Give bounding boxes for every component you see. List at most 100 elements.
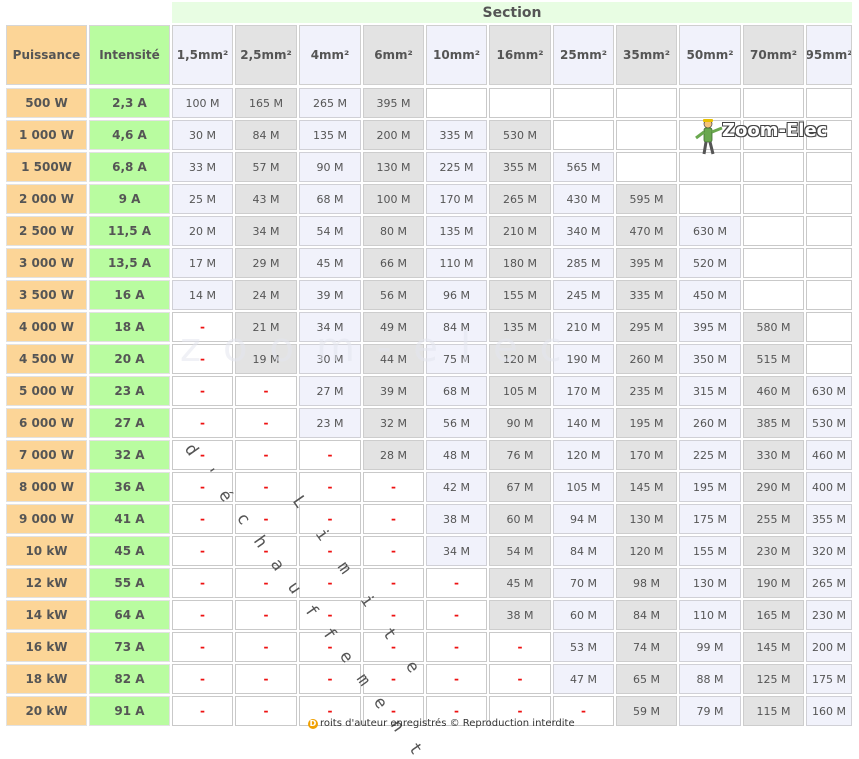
length-cell: 175 M bbox=[806, 664, 852, 694]
length-cell: 135 M bbox=[426, 216, 487, 246]
length-cell: 90 M bbox=[489, 408, 551, 438]
length-cell bbox=[743, 248, 804, 278]
length-cell: 135 M bbox=[299, 120, 361, 150]
length-cell: 90 M bbox=[299, 152, 361, 182]
length-cell bbox=[806, 312, 852, 342]
length-cell: 225 M bbox=[679, 440, 741, 470]
length-cell: 44 M bbox=[363, 344, 424, 374]
length-cell: 30 M bbox=[172, 120, 233, 150]
length-cell: 32 M bbox=[363, 408, 424, 438]
length-cell: 125 M bbox=[743, 664, 804, 694]
length-cell: 265 M bbox=[489, 184, 551, 214]
not-allowed-cell: - bbox=[235, 632, 297, 662]
length-cell: 335 M bbox=[616, 280, 677, 310]
not-allowed-cell: - bbox=[363, 600, 424, 630]
not-allowed-cell: - bbox=[172, 504, 233, 534]
section-header-7: 25mm² bbox=[553, 25, 614, 85]
power-cell: 5 000 W bbox=[6, 376, 87, 406]
length-cell: 60 M bbox=[553, 600, 614, 630]
length-cell: 65 M bbox=[616, 664, 677, 694]
power-column-header: Puissance bbox=[6, 25, 87, 85]
power-cell: 6 000 W bbox=[6, 408, 87, 438]
not-allowed-cell: - bbox=[172, 312, 233, 342]
not-allowed-cell: - bbox=[299, 536, 361, 566]
power-cell: 14 kW bbox=[6, 600, 87, 630]
power-cell: 12 kW bbox=[6, 568, 87, 598]
length-cell: 88 M bbox=[679, 664, 741, 694]
not-allowed-cell: - bbox=[363, 664, 424, 694]
not-allowed-cell: - bbox=[172, 536, 233, 566]
not-allowed-cell: - bbox=[235, 600, 297, 630]
not-allowed-cell: - bbox=[426, 664, 487, 694]
length-cell: 565 M bbox=[553, 152, 614, 182]
length-cell: 460 M bbox=[743, 376, 804, 406]
zoom-elec-logo: Zoom-Elec bbox=[694, 118, 834, 160]
length-cell: 21 M bbox=[235, 312, 297, 342]
current-cell: 23 A bbox=[89, 376, 170, 406]
section-header-9: 50mm² bbox=[679, 25, 741, 85]
current-cell: 36 A bbox=[89, 472, 170, 502]
length-cell: 100 M bbox=[172, 88, 233, 118]
length-cell: 59 M bbox=[616, 696, 677, 726]
length-cell: 74 M bbox=[616, 632, 677, 662]
length-cell: 68 M bbox=[299, 184, 361, 214]
length-cell: 135 M bbox=[489, 312, 551, 342]
length-cell: 70 M bbox=[553, 568, 614, 598]
current-cell: 6,8 A bbox=[89, 152, 170, 182]
length-cell: 84 M bbox=[235, 120, 297, 150]
length-cell: 56 M bbox=[426, 408, 487, 438]
section-header-3: 4mm² bbox=[299, 25, 361, 85]
length-cell: 460 M bbox=[806, 440, 852, 470]
power-cell: 9 000 W bbox=[6, 504, 87, 534]
current-cell: 13,5 A bbox=[89, 248, 170, 278]
length-cell: 260 M bbox=[679, 408, 741, 438]
section-header-10: 70mm² bbox=[743, 25, 804, 85]
not-allowed-cell: - bbox=[235, 696, 297, 726]
length-cell: 42 M bbox=[426, 472, 487, 502]
current-cell: 45 A bbox=[89, 536, 170, 566]
length-cell: 170 M bbox=[426, 184, 487, 214]
length-cell: 320 M bbox=[806, 536, 852, 566]
copyright-text: roits d'auteur enregistrés © Reproductio… bbox=[320, 718, 575, 729]
length-cell: 28 M bbox=[363, 440, 424, 470]
length-cell: 39 M bbox=[363, 376, 424, 406]
length-cell: 20 M bbox=[172, 216, 233, 246]
not-allowed-cell: - bbox=[489, 664, 551, 694]
length-cell: 145 M bbox=[743, 632, 804, 662]
length-cell: 48 M bbox=[426, 440, 487, 470]
current-cell: 2,3 A bbox=[89, 88, 170, 118]
length-cell: 160 M bbox=[806, 696, 852, 726]
length-cell: 34 M bbox=[426, 536, 487, 566]
not-allowed-cell: - bbox=[235, 408, 297, 438]
section-header-title: Section bbox=[172, 2, 852, 23]
not-allowed-cell: - bbox=[235, 504, 297, 534]
length-cell: 38 M bbox=[426, 504, 487, 534]
length-cell bbox=[679, 184, 741, 214]
not-allowed-cell: - bbox=[299, 664, 361, 694]
copyright-mark-icon: D bbox=[308, 719, 318, 729]
length-cell: 49 M bbox=[363, 312, 424, 342]
length-cell: 94 M bbox=[553, 504, 614, 534]
not-allowed-cell: - bbox=[172, 696, 233, 726]
length-cell: 115 M bbox=[743, 696, 804, 726]
not-allowed-cell: - bbox=[426, 600, 487, 630]
not-allowed-cell: - bbox=[235, 376, 297, 406]
length-cell: 54 M bbox=[299, 216, 361, 246]
not-allowed-cell: - bbox=[363, 472, 424, 502]
length-cell: 53 M bbox=[553, 632, 614, 662]
length-cell: 67 M bbox=[489, 472, 551, 502]
not-allowed-cell: - bbox=[172, 376, 233, 406]
length-cell: 75 M bbox=[426, 344, 487, 374]
length-cell: 76 M bbox=[489, 440, 551, 470]
length-cell: 200 M bbox=[806, 632, 852, 662]
length-cell: 395 M bbox=[616, 248, 677, 278]
length-cell: 130 M bbox=[363, 152, 424, 182]
length-cell: 245 M bbox=[553, 280, 614, 310]
length-cell bbox=[553, 88, 614, 118]
length-cell: 520 M bbox=[679, 248, 741, 278]
length-cell bbox=[806, 88, 852, 118]
length-cell: 395 M bbox=[363, 88, 424, 118]
length-cell: 230 M bbox=[806, 600, 852, 630]
length-cell bbox=[743, 280, 804, 310]
length-cell: 580 M bbox=[743, 312, 804, 342]
